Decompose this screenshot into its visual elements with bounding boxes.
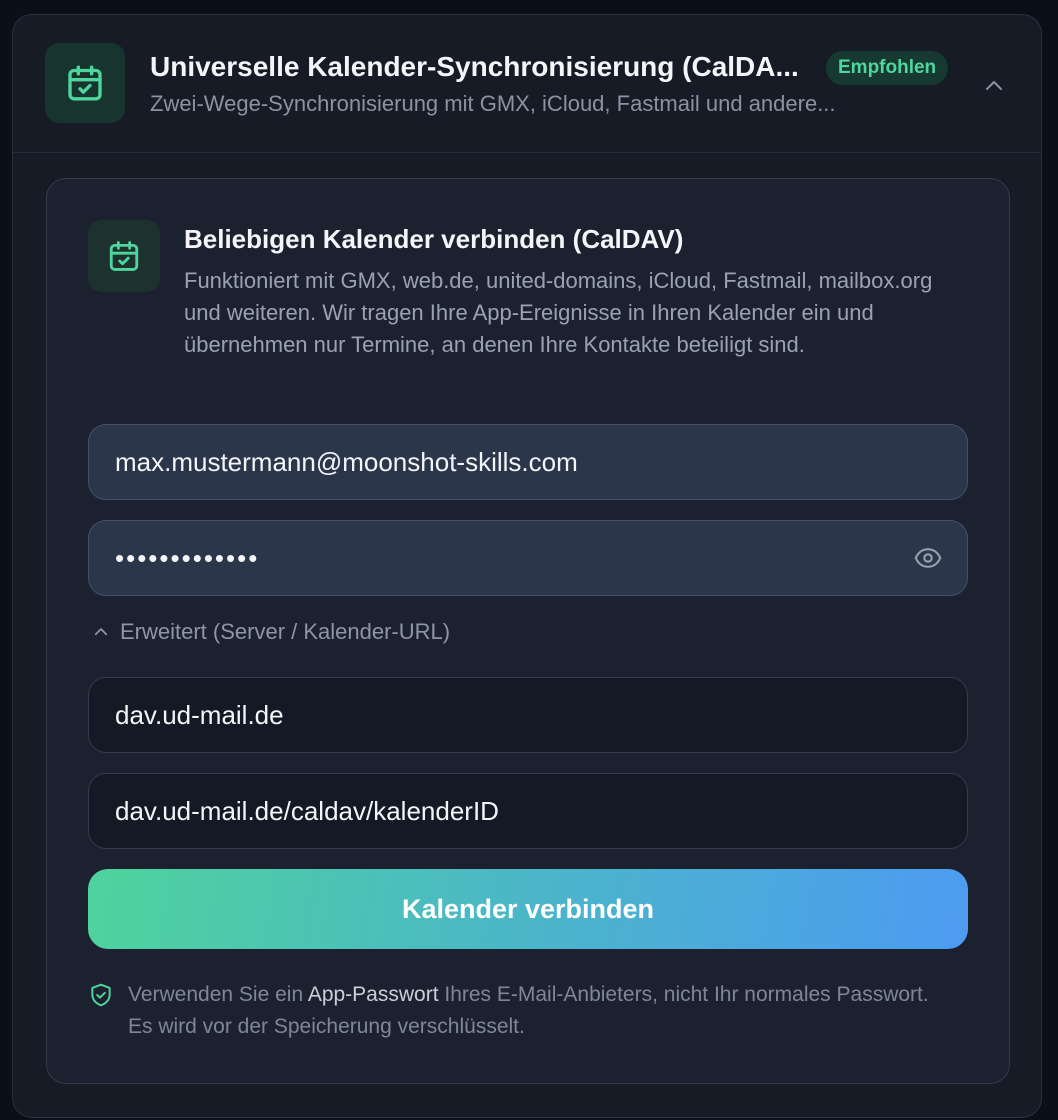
email-field[interactable]: max.mustermann@moonshot-skills.com	[88, 424, 968, 500]
calendar-url-field[interactable]: dav.ud-mail.de/caldav/kalenderID	[88, 773, 968, 849]
collapse-button[interactable]	[979, 71, 1009, 101]
chevron-up-icon	[986, 81, 1002, 90]
shield-check-icon	[91, 983, 111, 1007]
panel-description: Funktioniert mit GMX, web.de, united-dom…	[184, 268, 933, 357]
calendar-check-icon	[109, 241, 139, 271]
security-note-text: Verwenden Sie ein App-Passwort Ihres E-M…	[128, 979, 958, 1043]
connect-calendar-button[interactable]: Kalender verbinden	[88, 869, 968, 949]
security-note: Verwenden Sie ein App-Passwort Ihres E-M…	[88, 979, 968, 1043]
panel-icon-container	[88, 220, 160, 292]
password-value: •••••••••••••	[115, 542, 260, 573]
note-prefix: Verwenden Sie ein	[128, 983, 308, 1006]
caldav-connect-panel: Beliebigen Kalender verbinden (CalDAV) F…	[46, 178, 1010, 1084]
recommended-badge: Empfohlen	[826, 51, 949, 85]
eye-icon	[914, 548, 942, 568]
calendar-url-value: dav.ud-mail.de/caldav/kalenderID	[115, 795, 499, 826]
email-value: max.mustermann@moonshot-skills.com	[115, 446, 578, 477]
advanced-settings-label: Erweitert (Server / Kalender-URL)	[120, 619, 451, 644]
header-icon-container	[45, 43, 125, 123]
advanced-settings-toggle[interactable]: Erweitert (Server / Kalender-URL)	[92, 619, 450, 645]
server-field[interactable]: dav.ud-mail.de	[88, 677, 968, 753]
card-title: Universelle Kalender-Synchronisierung (C…	[150, 51, 799, 82]
password-field[interactable]: •••••••••••••	[88, 520, 968, 596]
caldav-integration-card: Universelle Kalender-Synchronisierung (C…	[12, 14, 1042, 1118]
show-password-button[interactable]	[911, 543, 945, 573]
card-header[interactable]: Universelle Kalender-Synchronisierung (C…	[13, 15, 1041, 153]
card-subtitle: Zwei-Wege-Synchronisierung mit GMX, iClo…	[150, 91, 836, 116]
calendar-check-icon	[68, 65, 102, 101]
note-highlight: App-Passwort	[307, 983, 439, 1006]
server-value: dav.ud-mail.de	[115, 699, 284, 730]
panel-title: Beliebigen Kalender verbinden (CalDAV)	[184, 224, 684, 254]
chevron-up-icon	[94, 628, 108, 636]
